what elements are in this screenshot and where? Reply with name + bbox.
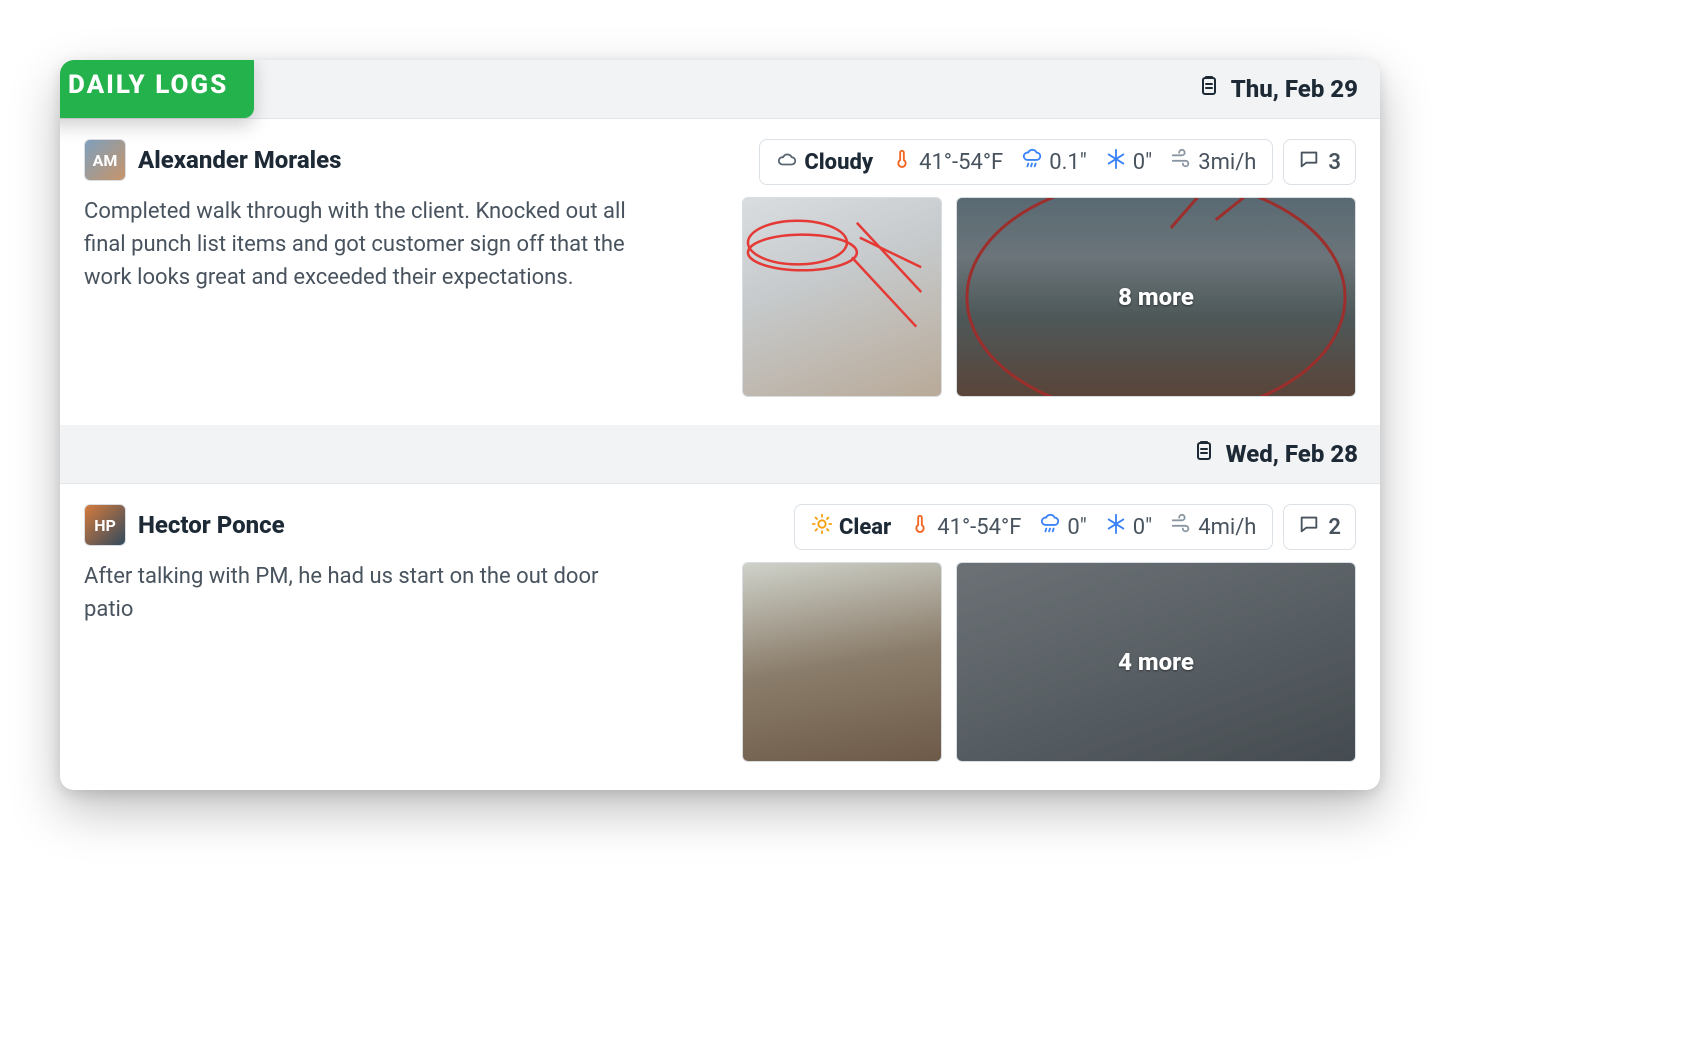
more-photos-label: 4 more bbox=[957, 563, 1355, 761]
photo-strip: 4 more bbox=[742, 562, 1356, 762]
avatar: HP bbox=[84, 504, 126, 546]
wind-icon bbox=[1170, 513, 1192, 541]
sun-icon bbox=[811, 513, 833, 541]
daily-logs-card: DAILY LOGS Thu, Feb 29 AM Alexander Mora… bbox=[60, 60, 1380, 790]
weather-snow: 0″ bbox=[1105, 148, 1152, 176]
weather-snow-value: 0″ bbox=[1133, 150, 1152, 175]
comment-icon bbox=[1298, 148, 1320, 176]
weather-rain: 0″ bbox=[1039, 513, 1086, 541]
date-label: Wed, Feb 28 bbox=[1226, 440, 1358, 468]
weather-snow-value: 0″ bbox=[1133, 515, 1152, 540]
photo-strip: 8 more bbox=[742, 197, 1356, 397]
photo-thumbnail[interactable] bbox=[742, 562, 942, 762]
weather-rain-value: 0″ bbox=[1067, 515, 1086, 540]
cloud-icon bbox=[776, 148, 798, 176]
weather-wind-value: 3mi/h bbox=[1198, 150, 1256, 175]
weather-condition-label: Cloudy bbox=[804, 150, 873, 175]
clipboard-icon bbox=[1192, 439, 1216, 469]
clipboard-icon bbox=[1197, 74, 1221, 104]
thermometer-icon bbox=[909, 513, 931, 541]
weather-wind: 4mi/h bbox=[1170, 513, 1256, 541]
more-photos-label: 8 more bbox=[957, 198, 1355, 396]
date-label: Thu, Feb 29 bbox=[1231, 75, 1358, 103]
weather-snow: 0″ bbox=[1105, 513, 1152, 541]
comments-button[interactable]: 2 bbox=[1283, 504, 1356, 550]
date-bar: Wed, Feb 28 bbox=[60, 425, 1380, 484]
comments-button[interactable]: 3 bbox=[1283, 139, 1356, 185]
weather-temp-value: 41°-54°F bbox=[919, 150, 1003, 175]
snowflake-icon bbox=[1105, 148, 1127, 176]
weather-temp: 41°-54°F bbox=[891, 148, 1003, 176]
log-note: Completed walk through with the client. … bbox=[84, 195, 644, 294]
weather-condition: Cloudy bbox=[776, 148, 873, 176]
log-entry: HP Hector Ponce After talking with PM, h… bbox=[60, 484, 1380, 790]
weather-wind-value: 4mi/h bbox=[1198, 515, 1256, 540]
weather-condition-label: Clear bbox=[839, 515, 891, 540]
date-bar: Thu, Feb 29 bbox=[60, 60, 1380, 119]
log-note: After talking with PM, he had us start o… bbox=[84, 560, 644, 626]
photo-thumbnail-more[interactable]: 4 more bbox=[956, 562, 1356, 762]
comments-count: 2 bbox=[1328, 515, 1341, 540]
snowflake-icon bbox=[1105, 513, 1127, 541]
comments-count: 3 bbox=[1328, 150, 1341, 175]
log-entry: AM Alexander Morales Completed walk thro… bbox=[60, 119, 1380, 425]
daily-logs-badge: DAILY LOGS bbox=[60, 60, 254, 118]
weather-summary: Clear 41°-54°F 0″ bbox=[794, 504, 1273, 550]
comment-icon bbox=[1298, 513, 1320, 541]
avatar: AM bbox=[84, 139, 126, 181]
photo-thumbnail-more[interactable]: 8 more bbox=[956, 197, 1356, 397]
weather-temp: 41°-54°F bbox=[909, 513, 1021, 541]
weather-rain: 0.1″ bbox=[1021, 148, 1087, 176]
photo-thumbnail[interactable] bbox=[742, 197, 942, 397]
rain-icon bbox=[1021, 148, 1043, 176]
thermometer-icon bbox=[891, 148, 913, 176]
weather-rain-value: 0.1″ bbox=[1049, 150, 1087, 175]
weather-condition: Clear bbox=[811, 513, 891, 541]
author-name: Hector Ponce bbox=[138, 511, 285, 539]
author-name: Alexander Morales bbox=[138, 146, 342, 174]
weather-summary: Cloudy 41°-54°F 0.1″ bbox=[759, 139, 1273, 185]
wind-icon bbox=[1170, 148, 1192, 176]
rain-icon bbox=[1039, 513, 1061, 541]
weather-temp-value: 41°-54°F bbox=[937, 515, 1021, 540]
weather-wind: 3mi/h bbox=[1170, 148, 1256, 176]
